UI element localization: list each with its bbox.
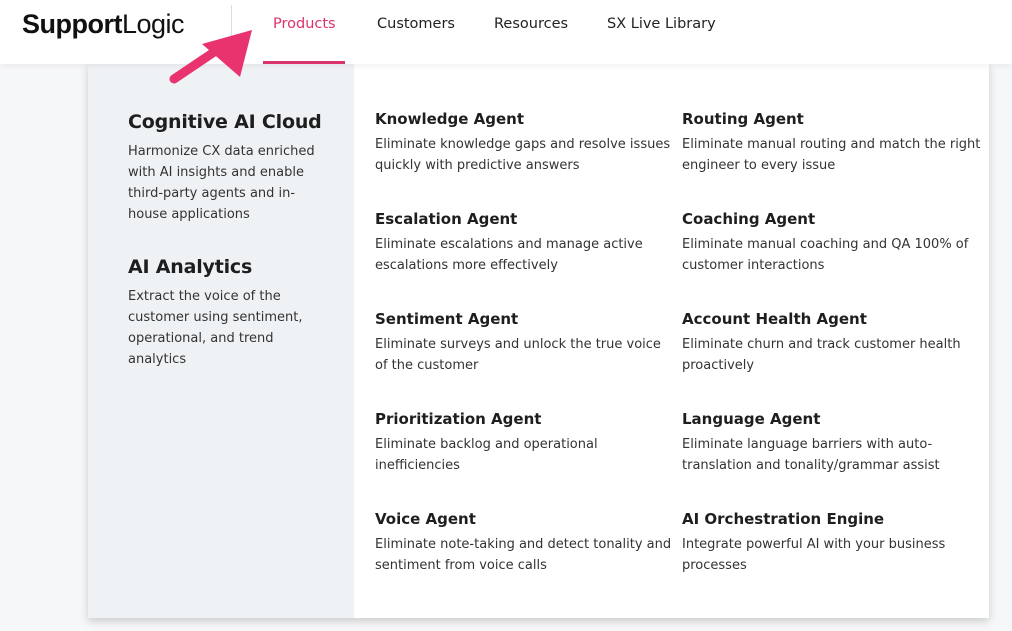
agent-description: Eliminate language barriers with auto-tr… — [682, 437, 940, 473]
site-header: SupportLogic Products Customers Resource… — [0, 0, 1012, 64]
agent-coaching[interactable]: Coaching Agent Eliminate manual coaching… — [682, 210, 982, 276]
agent-description: Eliminate surveys and unlock the true vo… — [375, 337, 661, 373]
category-cognitive-ai-cloud[interactable]: Cognitive AI Cloud Harmonize CX data enr… — [128, 111, 328, 225]
agent-description: Eliminate churn and track customer healt… — [682, 337, 961, 373]
agent-description: Eliminate knowledge gaps and resolve iss… — [375, 137, 671, 173]
agent-title: Coaching Agent — [682, 210, 816, 228]
agent-description: Eliminate manual coaching and QA 100% of… — [682, 237, 969, 273]
agent-description: Eliminate note-taking and detect tonalit… — [375, 537, 672, 573]
nav-resources[interactable]: Resources — [494, 16, 568, 32]
nav-active-underline — [263, 61, 345, 64]
category-title: Cognitive AI Cloud — [128, 111, 322, 133]
agent-voice[interactable]: Voice Agent Eliminate note-taking and de… — [375, 510, 675, 576]
logo-text-support: Support — [22, 9, 122, 39]
agent-title: Escalation Agent — [375, 210, 518, 228]
nav-sx-live-library[interactable]: SX Live Library — [607, 16, 716, 32]
agent-description: Integrate powerful AI with your business… — [682, 537, 946, 573]
products-dropdown: Cognitive AI Cloud Harmonize CX data enr… — [88, 64, 989, 618]
agent-routing[interactable]: Routing Agent Eliminate manual routing a… — [682, 110, 982, 176]
agent-prioritization[interactable]: Prioritization Agent Eliminate backlog a… — [375, 410, 675, 476]
category-description: Harmonize CX data enriched with AI insig… — [128, 144, 315, 222]
categories-panel: Cognitive AI Cloud Harmonize CX data enr… — [88, 64, 354, 618]
agent-description: Eliminate backlog and operational ineffi… — [375, 437, 598, 473]
agent-title: Account Health Agent — [682, 310, 867, 328]
agent-ai-orchestration-engine[interactable]: AI Orchestration Engine Integrate powerf… — [682, 510, 982, 576]
category-description: Extract the voice of the customer using … — [128, 289, 303, 367]
agent-title: Voice Agent — [375, 510, 476, 528]
arrow-icon — [169, 30, 252, 84]
agent-title: Prioritization Agent — [375, 410, 542, 428]
agent-sentiment[interactable]: Sentiment Agent Eliminate surveys and un… — [375, 310, 675, 376]
agent-title: AI Orchestration Engine — [682, 510, 885, 528]
category-ai-analytics[interactable]: AI Analytics Extract the voice of the cu… — [128, 256, 328, 370]
agent-escalation[interactable]: Escalation Agent Eliminate escalations a… — [375, 210, 675, 276]
agent-title: Knowledge Agent — [375, 110, 525, 128]
agent-description: Eliminate escalations and manage active … — [375, 237, 643, 273]
agent-title: Sentiment Agent — [375, 310, 519, 328]
agent-language[interactable]: Language Agent Eliminate language barrie… — [682, 410, 982, 476]
agent-title: Language Agent — [682, 410, 821, 428]
agent-title: Routing Agent — [682, 110, 804, 128]
agent-knowledge[interactable]: Knowledge Agent Eliminate knowledge gaps… — [375, 110, 675, 176]
agent-description: Eliminate manual routing and match the r… — [682, 137, 981, 173]
nav-products[interactable]: Products — [273, 16, 336, 32]
category-title: AI Analytics — [128, 256, 253, 278]
agent-account-health[interactable]: Account Health Agent Eliminate churn and… — [682, 310, 982, 376]
nav-customers[interactable]: Customers — [377, 16, 455, 32]
